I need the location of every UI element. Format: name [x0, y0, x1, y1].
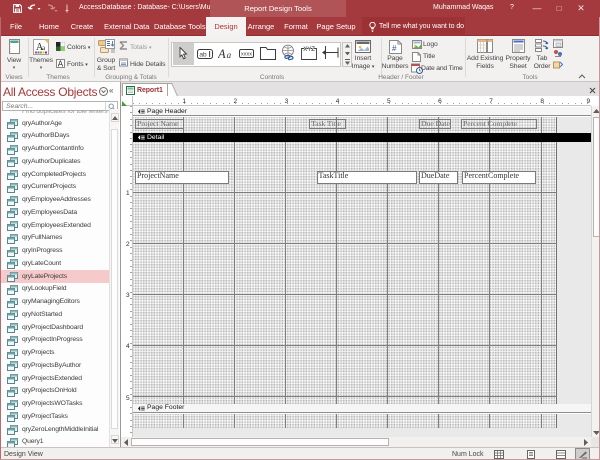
- svg-text:xxxx: xxxx: [241, 52, 252, 58]
- svg-text:A: A: [58, 60, 64, 69]
- svg-text:XYZ: XYZ: [303, 47, 315, 53]
- svg-text:A: A: [218, 47, 226, 60]
- svg-text:a: a: [226, 50, 231, 60]
- svg-text:#: #: [392, 44, 397, 53]
- svg-text:ab: ab: [199, 52, 207, 59]
